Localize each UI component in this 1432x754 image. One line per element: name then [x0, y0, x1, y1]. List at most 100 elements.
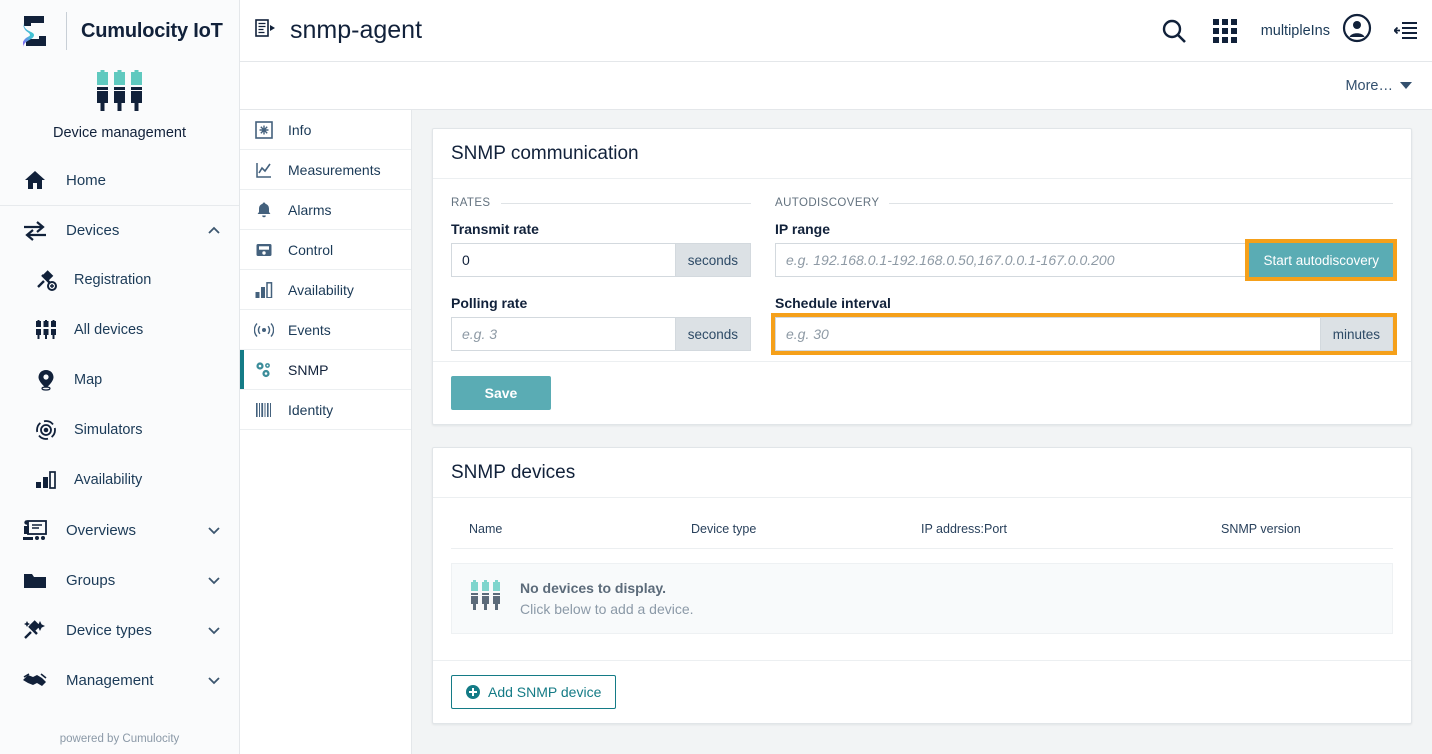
sidebar-item-label: Management — [66, 671, 154, 689]
save-button[interactable]: Save — [451, 376, 551, 410]
bell-icon — [254, 200, 274, 220]
page-title: snmp-agent — [290, 16, 423, 44]
tab-control[interactable]: Control — [240, 230, 411, 270]
tab-label: Availability — [288, 281, 354, 298]
right-pane: snmp-agent multipleIns More… Info Measur… — [240, 0, 1432, 754]
more-label: More… — [1345, 77, 1393, 94]
chevron-up-icon[interactable] — [207, 224, 221, 238]
snmp-form-grid: RATES Transmit rate 0 seconds Polling ra… — [451, 197, 1397, 355]
device-page-icon — [254, 17, 276, 44]
schedule-interval-unit: minutes — [1319, 317, 1393, 351]
sidebar-item-label: Home — [66, 171, 107, 189]
tab-measurements[interactable]: Measurements — [240, 150, 411, 190]
snmp-devices-title: SNMP devices — [433, 448, 1411, 498]
home-icon — [22, 167, 48, 193]
ip-range-input[interactable]: e.g. 192.168.0.1-192.168.0.50,167.0.0.1-… — [775, 243, 1250, 277]
empty-state-title: No devices to display. — [520, 580, 667, 596]
tab-identity[interactable]: Identity — [240, 390, 411, 430]
left-navigator: Cumulocity IoT Device management Home De… — [0, 0, 240, 754]
sidebar-item-availability[interactable]: Availability — [0, 455, 239, 505]
tab-info[interactable]: Info — [240, 110, 411, 150]
sidebar-item-device-types[interactable]: Device types — [0, 605, 239, 655]
tab-label: Alarms — [288, 201, 332, 218]
sidebar-item-devices[interactable]: Devices — [0, 205, 239, 255]
brand-title: Cumulocity IoT — [81, 19, 223, 42]
cumulocity-s-logo-icon — [18, 12, 52, 50]
empty-state-text: No devices to display. Click below to ad… — [520, 580, 694, 617]
polling-rate-group: e.g. 3 seconds — [451, 317, 751, 351]
tab-snmp[interactable]: SNMP — [240, 350, 411, 390]
more-dropdown-button[interactable]: More… — [1345, 78, 1412, 94]
tab-label: Info — [288, 121, 312, 138]
sidebar-item-registration[interactable]: Registration — [0, 255, 239, 305]
measurements-chart-icon — [254, 160, 274, 180]
snmp-communication-footer: Save — [433, 361, 1411, 424]
polling-rate-input[interactable]: e.g. 3 — [451, 317, 675, 351]
empty-state-subtitle: Click below to add a device. — [520, 601, 694, 617]
ip-range-label: IP range — [775, 221, 830, 237]
chevron-down-icon[interactable] — [207, 623, 221, 637]
device-management-icon — [470, 580, 504, 617]
start-autodiscovery-button[interactable]: Start autodiscovery — [1245, 239, 1397, 281]
sidebar-item-map[interactable]: Map — [0, 355, 239, 405]
sidebar-item-label: Simulators — [74, 422, 143, 438]
snmp-communication-card: SNMP communication RATES Transmit rate 0… — [432, 128, 1412, 425]
snmp-devices-footer: Add SNMP device — [433, 660, 1411, 723]
empty-state-row: No devices to display. Click below to ad… — [451, 563, 1393, 634]
chevron-down-icon[interactable] — [207, 673, 221, 687]
table-header-row: Name Device type IP address:Port SNMP ve… — [451, 508, 1393, 549]
tab-availability[interactable]: Availability — [240, 270, 411, 310]
user-name-label: multipleIns — [1260, 22, 1330, 39]
right-drawer-toggle-icon[interactable] — [1394, 20, 1418, 42]
transmit-rate-input[interactable]: 0 — [451, 243, 675, 277]
device-types-icon — [22, 617, 48, 643]
app-grid-icon[interactable] — [1211, 17, 1239, 45]
barcode-icon — [254, 400, 274, 420]
add-snmp-device-button[interactable]: Add SNMP device — [451, 675, 617, 709]
control-icon — [254, 240, 274, 260]
tab-label: Events — [288, 321, 331, 338]
caret-down-icon — [1400, 82, 1412, 89]
sidebar-item-groups[interactable]: Groups — [0, 555, 239, 605]
tab-alarms[interactable]: Alarms — [240, 190, 411, 230]
chevron-down-icon[interactable] — [207, 523, 221, 537]
column-header-ip-address-port: IP address:Port — [921, 522, 1007, 536]
schedule-interval-input[interactable]: e.g. 30 — [775, 317, 1320, 351]
snmp-gears-icon — [254, 360, 274, 380]
device-tab-menu: Info Measurements Alarms Control Availab… — [240, 110, 412, 754]
transmit-rate-group: 0 seconds — [451, 243, 751, 277]
app-switcher[interactable]: Device management — [0, 62, 239, 155]
column-header-device-type: Device type — [691, 522, 757, 536]
tab-label: Control — [288, 241, 334, 258]
availability-bars-icon — [254, 280, 274, 300]
brand-header[interactable]: Cumulocity IoT — [0, 0, 239, 62]
sidebar-item-label: Groups — [66, 571, 116, 589]
column-header-snmp-version: SNMP version — [1221, 522, 1301, 536]
user-menu[interactable]: multipleIns — [1261, 13, 1372, 48]
sidebar-item-label: Device types — [66, 621, 152, 639]
user-avatar-icon — [1342, 13, 1372, 48]
add-snmp-device-label: Add SNMP device — [488, 684, 602, 700]
rates-column: RATES Transmit rate 0 seconds Polling ra… — [451, 197, 751, 351]
overviews-icon — [22, 517, 48, 543]
schedule-interval-label: Schedule interval — [775, 295, 891, 311]
powered-by-label: powered by Cumulocity — [59, 733, 180, 745]
sidebar-item-all-devices[interactable]: All devices — [0, 305, 239, 355]
sidebar-item-overviews[interactable]: Overviews — [0, 505, 239, 555]
sidebar-item-simulators[interactable]: Simulators — [0, 405, 239, 455]
polling-rate-unit: seconds — [674, 317, 751, 351]
rates-legend: RATES — [451, 197, 751, 209]
top-header: snmp-agent multipleIns — [240, 0, 1432, 62]
all-devices-icon — [34, 317, 58, 343]
sidebar-item-home[interactable]: Home — [0, 155, 239, 205]
autodiscovery-legend-label: AUTODISCOVERY — [775, 197, 880, 209]
sidebar-item-management[interactable]: Management — [0, 655, 239, 705]
app-root: Cumulocity IoT Device management Home De… — [0, 0, 1432, 754]
handshake-icon — [22, 667, 48, 693]
chevron-down-icon[interactable] — [207, 573, 221, 587]
search-icon[interactable] — [1159, 16, 1189, 46]
nav-list: Home Devices Registration All devices Ma… — [0, 155, 239, 705]
sub-header: More… — [240, 62, 1432, 110]
tab-events[interactable]: Events — [240, 310, 411, 350]
sidebar-item-label: Devices — [66, 222, 120, 239]
